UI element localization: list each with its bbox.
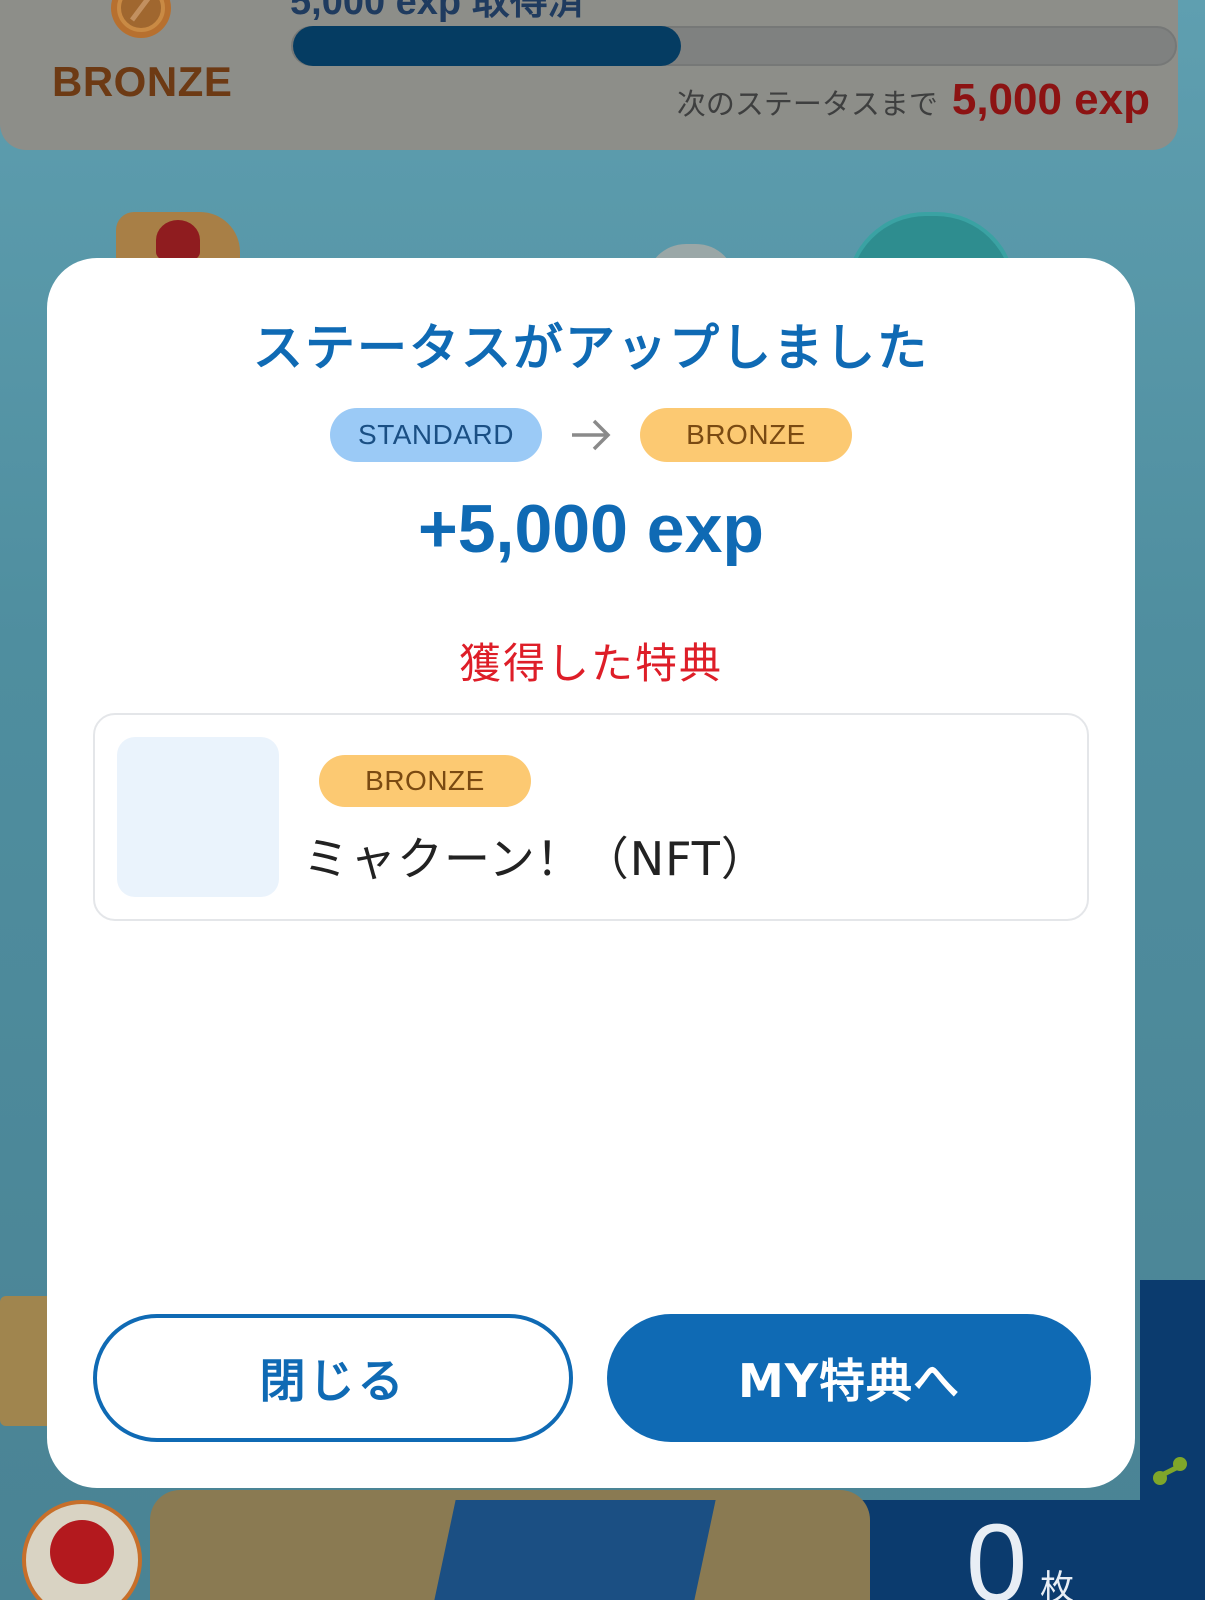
cube-decoration [434,1500,716,1600]
bottom-panel-edge [1140,1280,1205,1600]
benefit-badge: BRONZE [319,755,531,807]
next-status-value: 5,000 exp [951,75,1150,124]
acquired-exp-text: 5,000 exp 取得済 [290,0,586,23]
benefit-name: ミャクーン！（NFT） [303,832,768,886]
next-status-label: 次のステータスまで [676,87,938,121]
status-header-card: BRONZE 5,000 exp 取得済 次のステータスまで 5,000 exp [0,0,1178,150]
ticket-unit: 枚 [1040,1568,1074,1600]
benefit-thumbnail [117,737,279,897]
to-status-badge: BRONZE [640,408,852,462]
exp-progress-fill [293,26,682,66]
ticket-count: 0 [966,1502,1028,1600]
chain-icon [1153,1457,1187,1485]
close-button[interactable]: 閉じる [93,1314,573,1442]
benefits-heading: 獲得した特典 [458,639,723,688]
mascot-avatar [22,1500,142,1600]
arrow-right-icon [572,419,611,451]
dialog-title: ステータスがアップしました [253,319,929,377]
my-benefits-button[interactable]: MY特典へ [607,1314,1091,1442]
bottom-panel [860,1500,1205,1600]
current-status-label: BRONZE [52,58,233,105]
exp-progress-bar [291,26,1177,66]
status-up-dialog: ステータスがアップしました STANDARD BRONZE +5,000 exp… [47,258,1135,1488]
benefit-item[interactable]: BRONZE ミャクーン！（NFT） [93,713,1089,921]
next-status-info: 次のステータスまで 5,000 exp [677,75,1150,125]
status-change-row: STANDARD BRONZE [47,408,1135,462]
exp-gain-text: +5,000 exp [418,491,764,567]
stage-decoration [150,1490,870,1600]
from-status-badge: STANDARD [330,408,542,462]
bronze-medal-icon [111,0,171,38]
